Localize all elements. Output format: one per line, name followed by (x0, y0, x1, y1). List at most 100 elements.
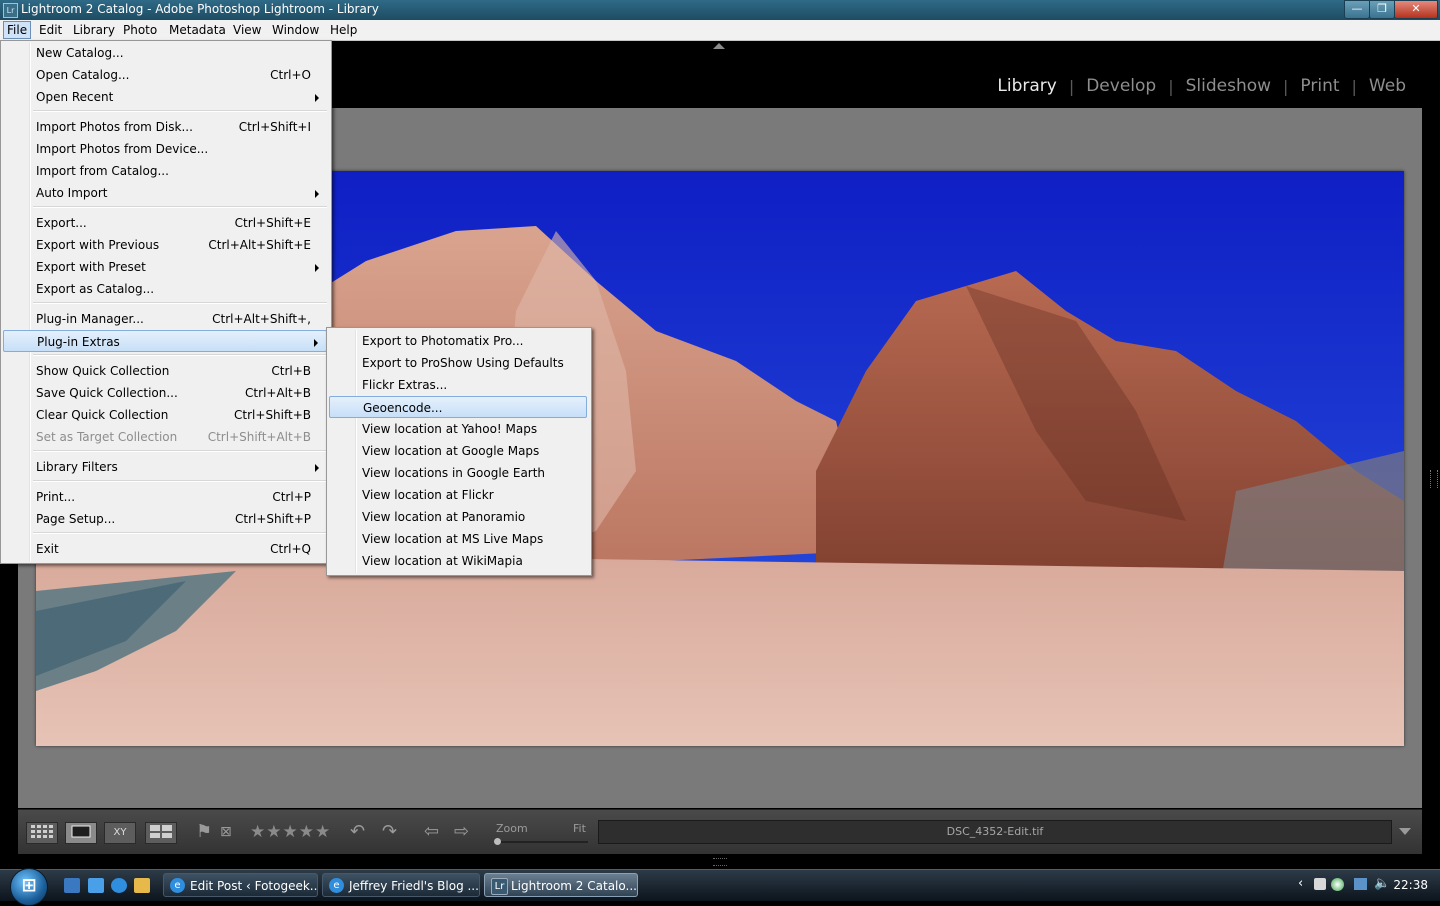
menu-item-export-with-previous[interactable]: Export with Previous Ctrl+Alt+Shift+E (3, 234, 327, 256)
menu-separator (33, 480, 327, 482)
library-toolbar: XY ⚑ ⊠ ★★★★★ ↶ ↷ ⇦ ⇨ Zoom Fit DSC_4352-E… (18, 809, 1422, 854)
ie-icon[interactable] (111, 878, 127, 893)
zoom-fit-label[interactable]: Fit (573, 822, 586, 835)
taskbar-item-label: Edit Post ‹ Fotogeek... (190, 879, 318, 893)
menu-help[interactable]: Help (327, 22, 360, 38)
menu-item-show-quick-collection[interactable]: Show Quick Collection Ctrl+B (3, 360, 327, 382)
volume-icon[interactable]: 🔈 (1374, 876, 1390, 891)
menu-item-new-catalog[interactable]: New Catalog... (3, 42, 327, 64)
filename-info-field: DSC_4352-Edit.tif (598, 820, 1392, 844)
submenu-item-export-to-photomatix[interactable]: Export to Photomatix Pro... (329, 330, 587, 352)
menu-item-export-with-preset[interactable]: Export with Preset (3, 256, 327, 278)
windows-taskbar: ⊞ e Edit Post ‹ Fotogeek... e Jeffrey Fr… (0, 868, 1440, 906)
grid-view-icon[interactable] (26, 822, 58, 844)
show-desktop-icon[interactable] (64, 878, 80, 893)
show-hidden-icons-icon[interactable]: ‹ (1298, 876, 1303, 891)
menu-item-exit[interactable]: Exit Ctrl+Q (3, 538, 327, 560)
menu-item-export[interactable]: Export... Ctrl+Shift+E (3, 212, 327, 234)
menu-item-plugin-extras[interactable]: Plug-in Extras (3, 330, 327, 352)
lightroom-app-icon[interactable]: Lr (3, 3, 18, 18)
submenu-item-yahoo-maps[interactable]: View location at Yahoo! Maps (329, 418, 587, 440)
previous-photo-icon[interactable]: ⇦ (424, 822, 439, 842)
menu-item-library-filters[interactable]: Library Filters (3, 456, 327, 478)
tray-app-icon[interactable] (1314, 878, 1326, 890)
lightroom-icon: Lr (491, 878, 508, 895)
module-slideshow[interactable]: Slideshow (1174, 76, 1283, 96)
menu-view[interactable]: View (230, 22, 264, 38)
zoom-slider-track[interactable] (496, 841, 588, 843)
ie-icon: e (329, 878, 344, 893)
menu-item-open-recent[interactable]: Open Recent (3, 86, 327, 108)
menu-separator (33, 110, 327, 112)
top-panel-toggle-icon[interactable] (713, 43, 725, 49)
minimize-button[interactable]: — (1344, 0, 1370, 19)
maximize-button[interactable]: ❐ (1369, 0, 1395, 19)
next-photo-icon[interactable]: ⇨ (454, 822, 469, 842)
menu-photo[interactable]: Photo (120, 22, 160, 38)
start-button[interactable]: ⊞ (10, 868, 48, 906)
folder-icon[interactable] (134, 878, 150, 893)
ie-icon: e (170, 878, 185, 893)
close-button[interactable]: ✕ (1394, 0, 1438, 19)
menu-library[interactable]: Library (70, 22, 118, 38)
network-icon[interactable] (1354, 878, 1367, 890)
submenu-item-ms-live-maps[interactable]: View location at MS Live Maps (329, 528, 587, 550)
taskbar-item[interactable]: e Edit Post ‹ Fotogeek... (163, 873, 318, 897)
taskbar-item[interactable]: e Jeffrey Friedl's Blog ... (322, 873, 480, 897)
submenu-item-geoencode[interactable]: Geoencode... (329, 396, 587, 418)
menu-item-clear-quick-collection[interactable]: Clear Quick Collection Ctrl+Shift+B (3, 404, 327, 426)
module-library[interactable]: Library (985, 76, 1068, 96)
menu-item-open-catalog[interactable]: Open Catalog... Ctrl+O (3, 64, 327, 86)
rotate-left-icon[interactable]: ↶ (350, 822, 365, 842)
menu-edit[interactable]: Edit (36, 22, 65, 38)
menu-item-export-as-catalog[interactable]: Export as Catalog... (3, 278, 327, 300)
submenu-item-flickr-extras[interactable]: Flickr Extras... (329, 374, 587, 396)
menu-item-import-photos-from-device[interactable]: Import Photos from Device... (3, 138, 327, 160)
menu-metadata[interactable]: Metadata (166, 22, 229, 38)
menu-file[interactable]: File (3, 21, 32, 39)
menu-item-page-setup[interactable]: Page Setup... Ctrl+Shift+P (3, 508, 327, 530)
module-web[interactable]: Web (1357, 76, 1418, 96)
module-picker: Library | Develop | Slideshow | Print | … (985, 76, 1418, 96)
reject-flag-icon[interactable]: ⊠ (220, 822, 232, 842)
window-switcher-icon[interactable] (88, 878, 104, 893)
taskbar-item-active[interactable]: Lr Lightroom 2 Catalo... (484, 873, 638, 897)
menu-item-import-from-catalog[interactable]: Import from Catalog... (3, 160, 327, 182)
file-menu: New Catalog... Open Catalog... Ctrl+O Ope… (0, 40, 332, 564)
menu-item-plugin-manager[interactable]: Plug-in Manager... Ctrl+Alt+Shift+, (3, 308, 327, 330)
menu-bar: File Edit Library Photo Metadata View Wi… (0, 20, 1440, 41)
menu-separator (33, 206, 327, 208)
submenu-arrow-icon (315, 94, 319, 102)
menu-separator (33, 532, 327, 534)
submenu-arrow-icon (314, 339, 318, 347)
menu-item-save-quick-collection[interactable]: Save Quick Collection... Ctrl+Alt+B (3, 382, 327, 404)
menu-item-import-photos-from-disk[interactable]: Import Photos from Disk... Ctrl+Shift+I (3, 116, 327, 138)
clock[interactable]: 22:38 (1393, 878, 1428, 892)
submenu-item-google-earth[interactable]: View locations in Google Earth (329, 462, 587, 484)
menu-item-auto-import[interactable]: Auto Import (3, 182, 327, 204)
survey-view-icon[interactable] (145, 822, 177, 844)
submenu-item-wikimapia[interactable]: View location at WikiMapia (329, 550, 587, 572)
flag-icon[interactable]: ⚑ (196, 822, 212, 842)
submenu-item-panoramio[interactable]: View location at Panoramio (329, 506, 587, 528)
submenu-arrow-icon (315, 264, 319, 272)
submenu-item-google-maps[interactable]: View location at Google Maps (329, 440, 587, 462)
filmstrip-toggle-icon[interactable] (713, 858, 727, 866)
menu-separator (33, 450, 327, 452)
submenu-item-flickr-location[interactable]: View location at Flickr (329, 484, 587, 506)
zoom-slider-thumb[interactable] (494, 838, 501, 845)
submenu-item-export-to-proshow[interactable]: Export to ProShow Using Defaults (329, 352, 587, 374)
menu-separator (33, 302, 327, 304)
menu-window[interactable]: Window (269, 22, 322, 38)
module-print[interactable]: Print (1288, 76, 1351, 96)
chrome-tray-icon[interactable] (1331, 878, 1344, 891)
menu-item-print[interactable]: Print... Ctrl+P (3, 486, 327, 508)
rotate-right-icon[interactable]: ↷ (382, 822, 397, 842)
loupe-view-icon[interactable] (65, 822, 97, 844)
right-panel-toggle-icon[interactable] (1430, 470, 1438, 488)
compare-view-icon[interactable]: XY (104, 822, 136, 844)
system-tray: ‹ 🔈 22:38 (1296, 870, 1440, 901)
module-develop[interactable]: Develop (1074, 76, 1168, 96)
toolbar-content-menu-icon[interactable] (1399, 828, 1411, 835)
star-rating[interactable]: ★★★★★ (250, 822, 331, 842)
